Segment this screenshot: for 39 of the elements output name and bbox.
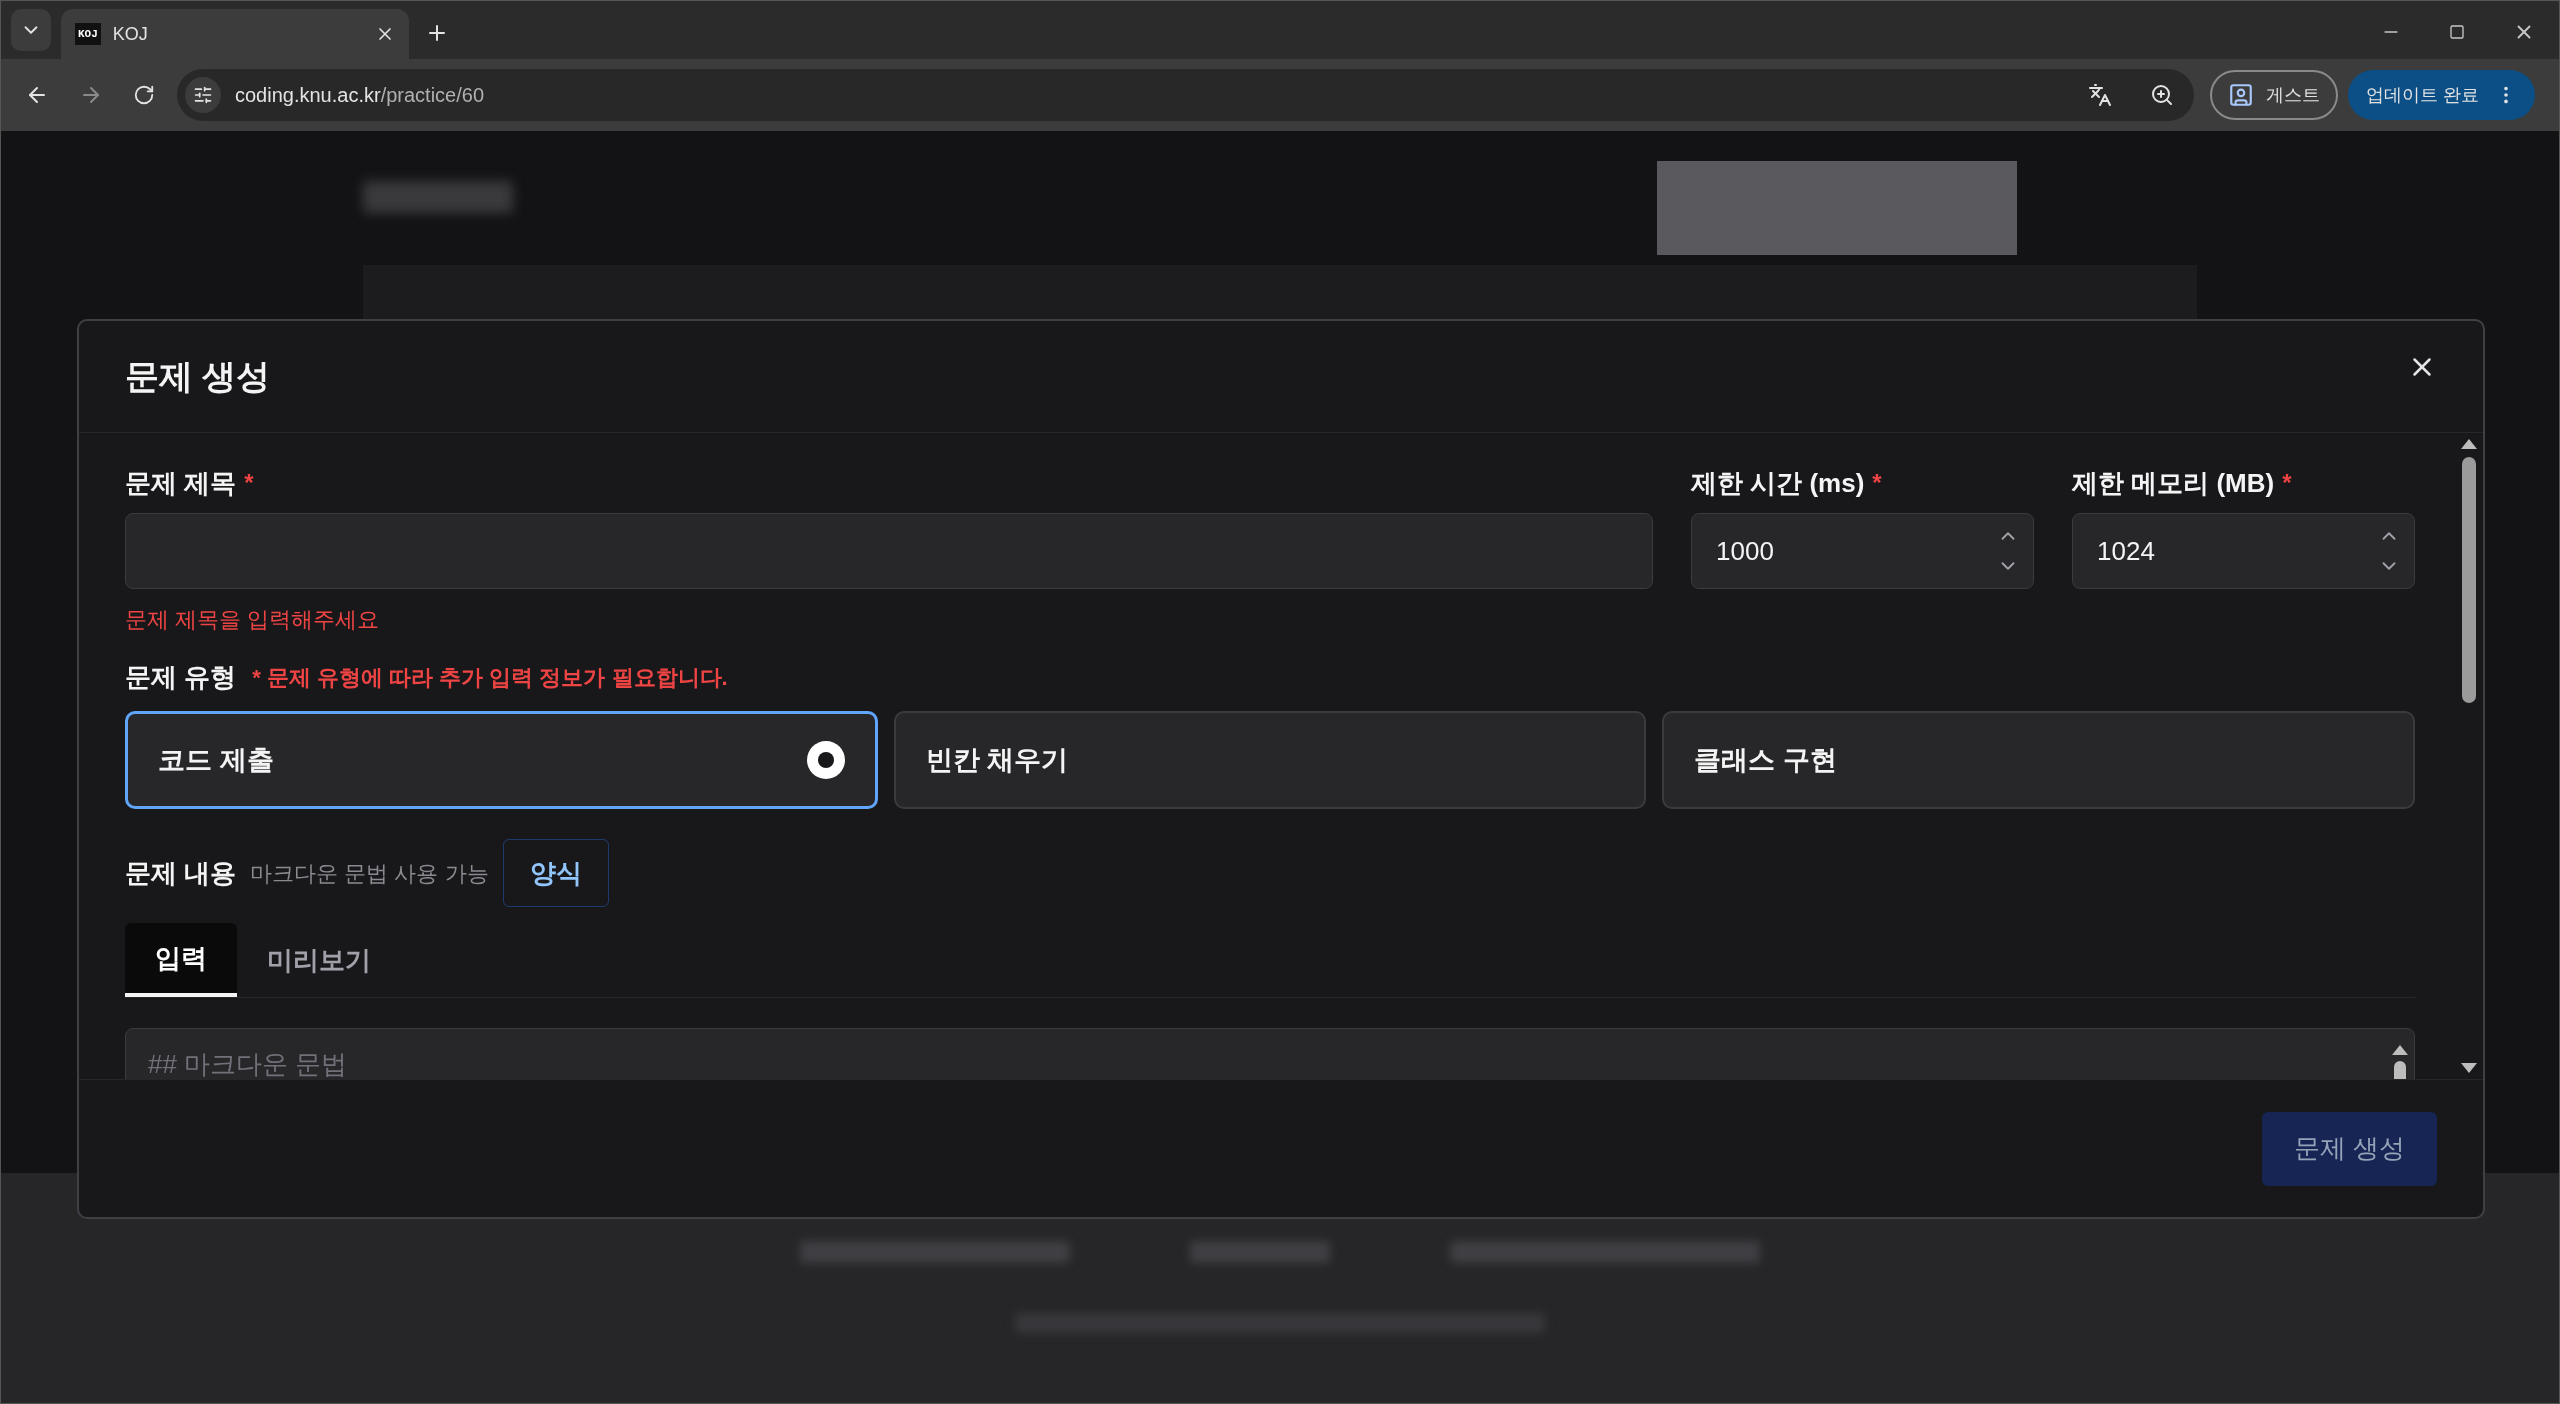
- dialog-title: 문제 생성: [125, 356, 271, 397]
- scroll-up-icon[interactable]: [2461, 439, 2477, 449]
- browser-tab[interactable]: KOJ KOJ: [61, 9, 409, 59]
- translate-icon[interactable]: [2088, 83, 2112, 107]
- reload-icon[interactable]: [133, 84, 155, 106]
- address-bar[interactable]: coding.knu.ac.kr/practice/60: [177, 69, 2194, 121]
- error-message: 문제 제목을 입력해주세요: [125, 606, 381, 634]
- required-asterisk: *: [1872, 468, 1882, 498]
- type-note: * 문제 유형에 따라 추가 입력 정보가 필요합니다.: [252, 664, 728, 692]
- editor-tab[interactable]: 미리보기: [237, 923, 401, 997]
- required-asterisk: *: [2282, 468, 2292, 498]
- update-button[interactable]: 업데이트 완료: [2348, 70, 2535, 120]
- number-field[interactable]: 1000: [1691, 513, 2034, 589]
- number-field[interactable]: 1024: [2072, 513, 2415, 589]
- required-asterisk: *: [244, 468, 254, 498]
- scrollbar-thumb[interactable]: [2462, 457, 2476, 703]
- field-label: 제한 시간 (ms): [1691, 466, 1865, 500]
- zoom-icon[interactable]: [2150, 83, 2174, 107]
- section-label: 문제 내용: [125, 856, 237, 890]
- favicon: KOJ: [75, 22, 101, 46]
- hint-text: 마크다운 문법 사용 가능: [250, 859, 489, 888]
- field-label: 제한 메모리 (MB): [2072, 466, 2275, 500]
- profile-button[interactable]: 게스트: [2210, 70, 2338, 120]
- radio-selected-icon: [806, 741, 845, 779]
- tab-search-button[interactable]: [11, 9, 51, 51]
- maximize-icon[interactable]: [2449, 24, 2465, 40]
- input-field[interactable]: [125, 513, 1653, 589]
- tab-title: KOJ: [112, 22, 149, 46]
- type-option[interactable]: 클래스 구현: [1662, 711, 2415, 809]
- scroll-down-icon[interactable]: [2461, 1063, 2477, 1073]
- type-option[interactable]: 코드 제출: [125, 711, 878, 809]
- profile-icon: [2228, 82, 2254, 108]
- type-option[interactable]: 빈칸 채우기: [893, 711, 1647, 809]
- field-label: 문제 제목: [125, 466, 237, 500]
- section-label: 문제 유형: [125, 661, 237, 694]
- template-button[interactable]: 양식: [502, 839, 609, 907]
- url-text: coding.knu.ac.kr/practice/60: [235, 83, 486, 108]
- editor-tab[interactable]: 입력: [125, 923, 237, 997]
- site-info-icon[interactable]: [193, 85, 213, 105]
